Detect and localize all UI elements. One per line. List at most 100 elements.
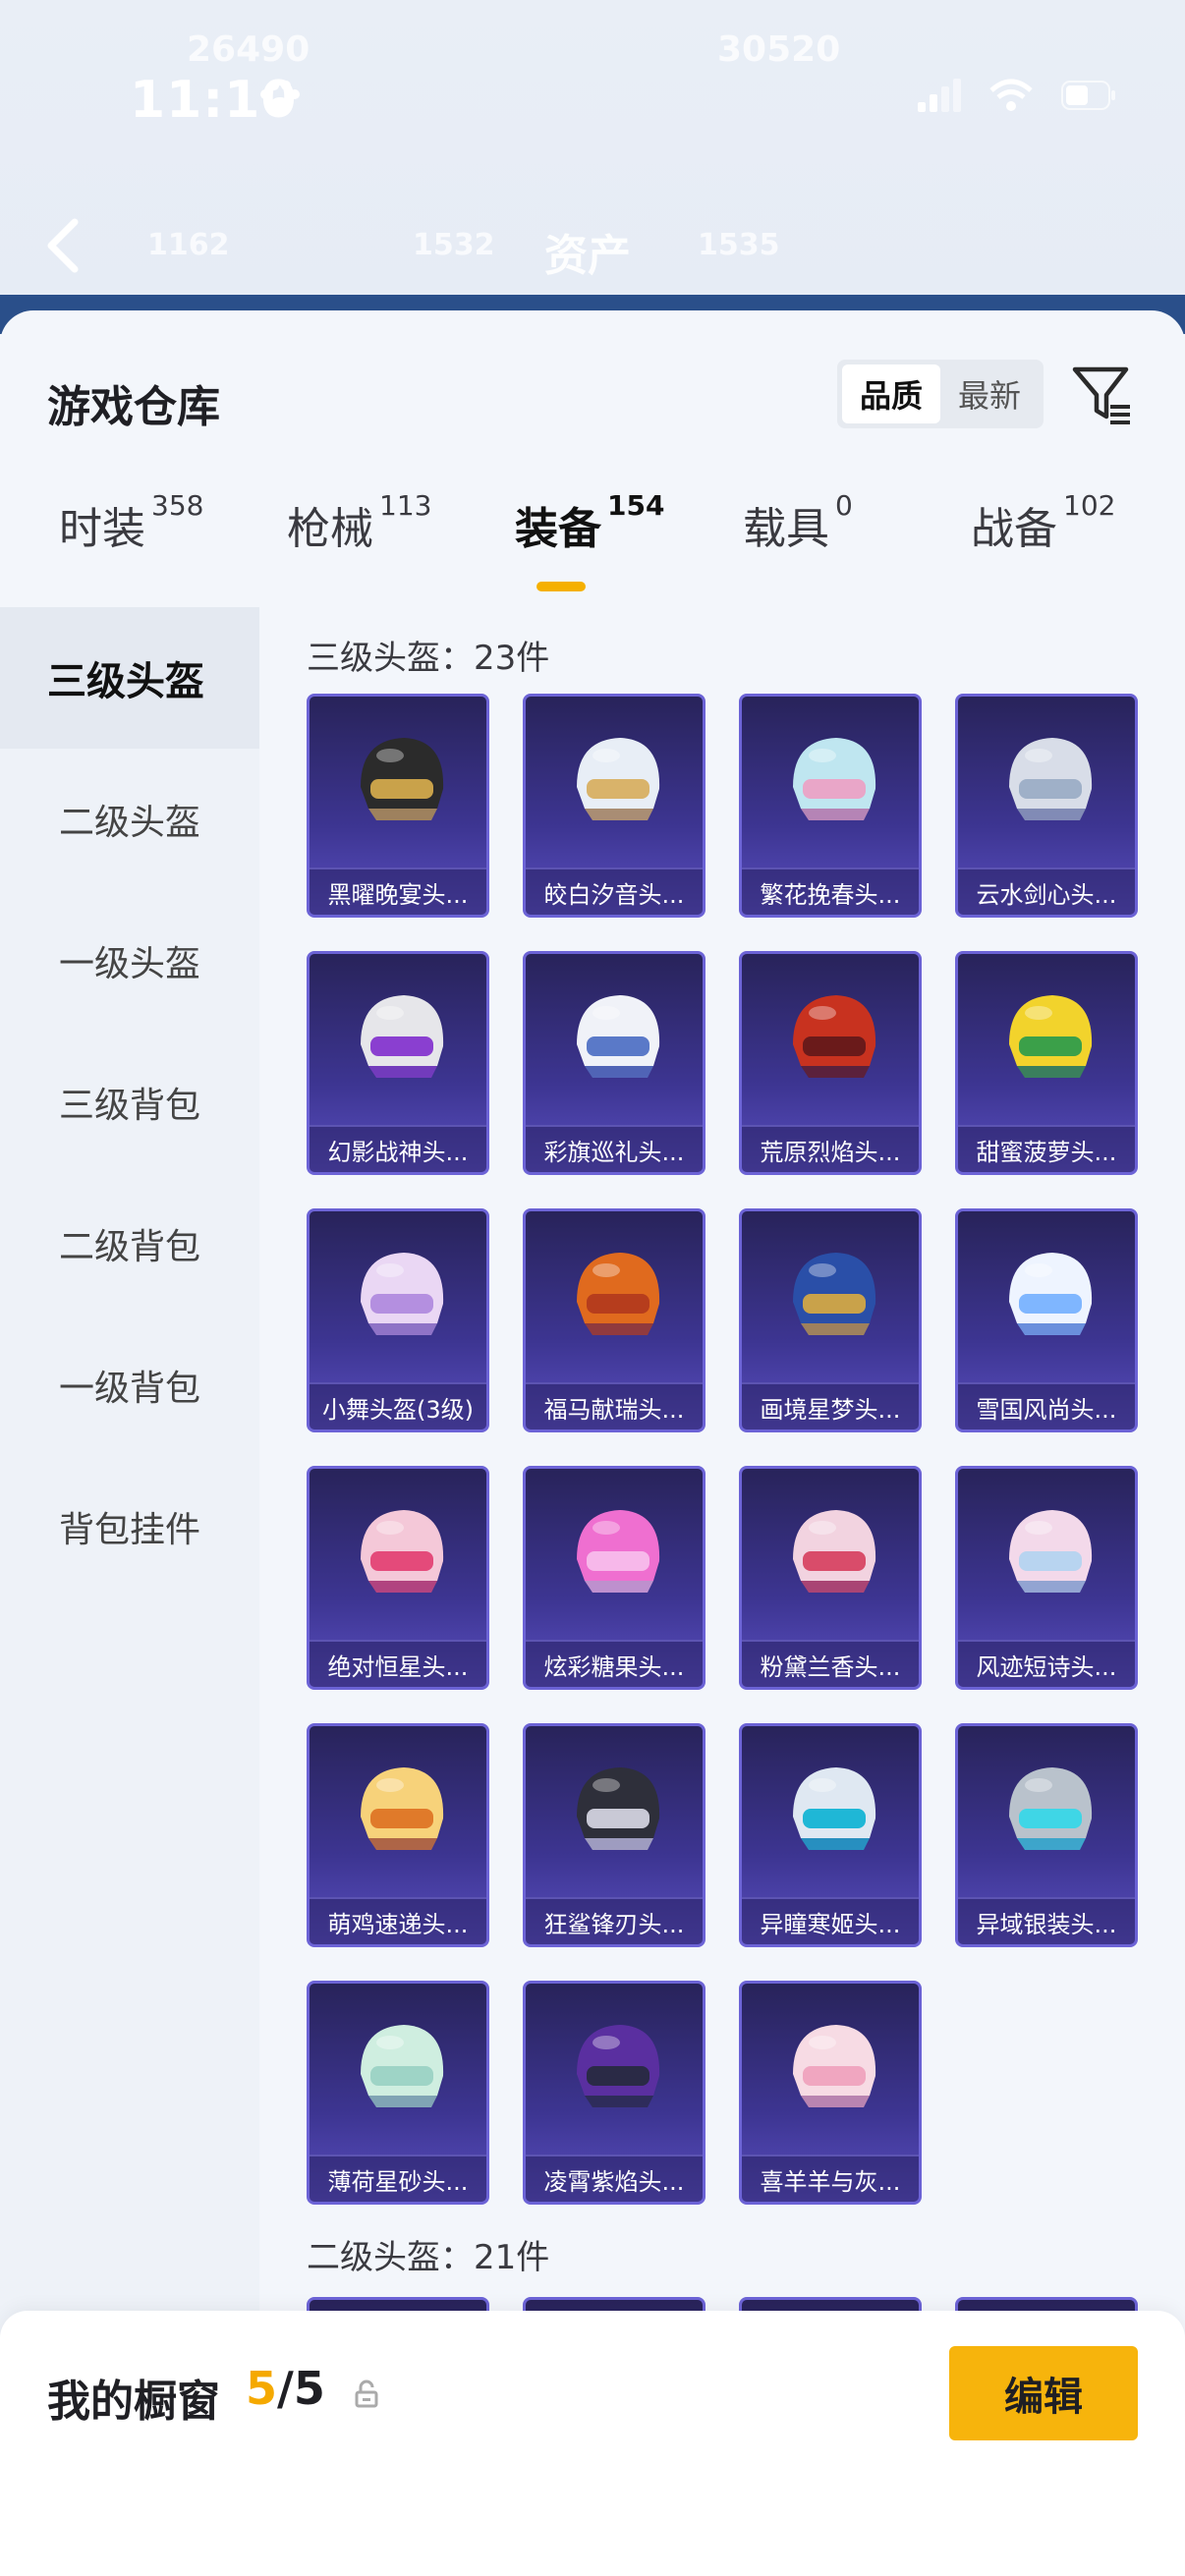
battery-icon: [1061, 81, 1115, 110]
sidebar-item-level1-helmet[interactable]: 一级头盔: [0, 890, 259, 1032]
sidebar-item-level3-backpack[interactable]: 三级背包: [0, 1032, 259, 1173]
tab-count: 0: [835, 489, 853, 522]
item-grid: 黑曜晚宴头... 皎白汐音头... 繁花挽春头... 云水剑心头... 幻影战神头...…: [307, 694, 1152, 2207]
back-arrow-icon[interactable]: [43, 216, 83, 275]
tab-count: 102: [1063, 489, 1116, 522]
sidebar-item-level1-backpack[interactable]: 一级背包: [0, 1315, 259, 1456]
tab-label: 时装: [59, 504, 145, 554]
item-name: 黑曜晚宴头...: [310, 868, 486, 915]
helmet-icon: [577, 995, 660, 1078]
item-card[interactable]: 皎白汐音头...: [523, 694, 705, 918]
helmet-icon: [1009, 1510, 1093, 1593]
tab-count: 154: [607, 489, 665, 522]
item-card[interactable]: 幻影战神头...: [307, 951, 489, 1175]
item-name: 雪国风尚头...: [958, 1382, 1135, 1429]
item-card[interactable]: 粉黛兰香头...: [739, 1466, 922, 1690]
helmet-icon: [361, 1253, 444, 1335]
item-card[interactable]: 凌霄紫焰头...: [523, 1981, 705, 2205]
helmet-icon: [793, 738, 876, 820]
sidebar-item-backpack-charm[interactable]: 背包挂件: [0, 1456, 259, 1597]
warehouse-title: 游戏仓库: [47, 382, 220, 432]
helmet-icon: [1009, 1253, 1093, 1335]
tab-vehicles[interactable]: 载具 0: [743, 489, 853, 556]
section-title: 二级头盔：21件: [307, 2238, 550, 2277]
item-card[interactable]: 炫彩糖果头...: [523, 1466, 705, 1690]
sort-quality-option[interactable]: 品质: [842, 364, 940, 423]
faded-stat: 1532: [413, 228, 495, 262]
helmet-icon: [361, 2025, 444, 2107]
item-card[interactable]: 繁花挽春头...: [739, 694, 922, 918]
helmet-icon: [361, 738, 444, 820]
item-name: 狂鲨锋刃头...: [526, 1897, 703, 1944]
faded-stat: 26490: [187, 29, 310, 70]
item-card[interactable]: 彩旗巡礼头...: [523, 951, 705, 1175]
item-name: 炫彩糖果头...: [526, 1640, 703, 1687]
helmet-icon: [793, 1253, 876, 1335]
item-card[interactable]: 狂鲨锋刃头...: [523, 1723, 705, 1947]
active-tab-indicator: [536, 582, 586, 591]
item-name: 凌霄紫焰头...: [526, 2155, 703, 2202]
item-card[interactable]: 黑曜晚宴头...: [307, 694, 489, 918]
item-card[interactable]: 绝对恒星头...: [307, 1466, 489, 1690]
item-card[interactable]: 异瞳寒姬头...: [739, 1723, 922, 1947]
tab-supplies[interactable]: 战备 102: [971, 489, 1115, 556]
item-card[interactable]: 雪国风尚头...: [955, 1208, 1138, 1432]
item-name: 粉黛兰香头...: [742, 1640, 919, 1687]
item-card[interactable]: 风迹短诗头...: [955, 1466, 1138, 1690]
sidebar-item-level2-helmet[interactable]: 二级头盔: [0, 749, 259, 890]
system-icons: [918, 79, 1116, 112]
tab-count: 113: [379, 489, 432, 522]
tab-fashion[interactable]: 时装 358: [59, 489, 203, 556]
sidebar-item-level3-helmet[interactable]: 三级头盔: [0, 607, 259, 749]
section-title: 三级头盔：23件: [307, 639, 550, 678]
item-name: 喜羊羊与灰...: [742, 2155, 919, 2202]
item-name: 繁花挽春头...: [742, 868, 919, 915]
helmet-icon: [361, 1767, 444, 1850]
showcase-count: 5/5: [246, 2362, 325, 2415]
helmet-icon: [577, 1253, 660, 1335]
category-tabs: 时装 358 枪械 113 装备 154 载具 0 战备 102: [0, 489, 1185, 601]
item-name: 风迹短诗头...: [958, 1640, 1135, 1687]
item-card[interactable]: 荒原烈焰头...: [739, 951, 922, 1175]
lock-icon: [355, 2380, 378, 2408]
helmet-icon: [577, 1510, 660, 1593]
showcase-bar: 我的橱窗 5/5 编辑: [0, 2311, 1185, 2576]
item-card[interactable]: 异域银装头...: [955, 1723, 1138, 1947]
sort-toggle[interactable]: 品质 最新: [837, 360, 1044, 428]
tab-guns[interactable]: 枪械 113: [287, 489, 431, 556]
item-card[interactable]: 萌鸡速递头...: [307, 1723, 489, 1947]
item-card[interactable]: 画境星梦头...: [739, 1208, 922, 1432]
item-name: 彩旗巡礼头...: [526, 1125, 703, 1172]
tab-equipment[interactable]: 装备 154: [515, 489, 664, 556]
item-card[interactable]: 云水剑心头...: [955, 694, 1138, 918]
tab-label: 战备: [971, 504, 1057, 554]
item-name: 画境星梦头...: [742, 1382, 919, 1429]
warehouse-sheet: 游戏仓库 品质 最新 时装 358 枪械 113 装备 154 载具 0 战备 102 三…: [0, 310, 1185, 2576]
tab-count: 358: [151, 489, 204, 522]
helmet-icon: [793, 1510, 876, 1593]
helmet-icon: [793, 2025, 876, 2107]
faded-stat: 30520: [717, 29, 841, 70]
sort-newest-option[interactable]: 最新: [940, 364, 1039, 423]
item-card[interactable]: 喜羊羊与灰...: [739, 1981, 922, 2205]
sidebar-item-level2-backpack[interactable]: 二级背包: [0, 1173, 259, 1315]
item-card[interactable]: 薄荷星砂头...: [307, 1981, 489, 2205]
helmet-icon: [1009, 995, 1093, 1078]
tab-label: 载具: [743, 504, 829, 554]
item-card[interactable]: 甜蜜菠萝头...: [955, 951, 1138, 1175]
helmet-icon: [361, 1510, 444, 1593]
showcase-label: 我的橱窗: [47, 2377, 220, 2427]
item-name: 萌鸡速递头...: [310, 1897, 486, 1944]
helmet-icon: [1009, 738, 1093, 820]
item-card[interactable]: 福马献瑞头...: [523, 1208, 705, 1432]
edit-button[interactable]: 编辑: [949, 2346, 1138, 2440]
item-name: 幻影战神头...: [310, 1125, 486, 1172]
helmet-icon: [361, 995, 444, 1078]
tab-label: 装备: [515, 504, 601, 554]
helmet-icon: [1009, 1767, 1093, 1850]
filter-icon[interactable]: [1069, 362, 1134, 426]
item-name: 异域银装头...: [958, 1897, 1135, 1944]
item-name: 绝对恒星头...: [310, 1640, 486, 1687]
item-card[interactable]: 小舞头盔(3级): [307, 1208, 489, 1432]
paw-icon: [260, 81, 300, 115]
